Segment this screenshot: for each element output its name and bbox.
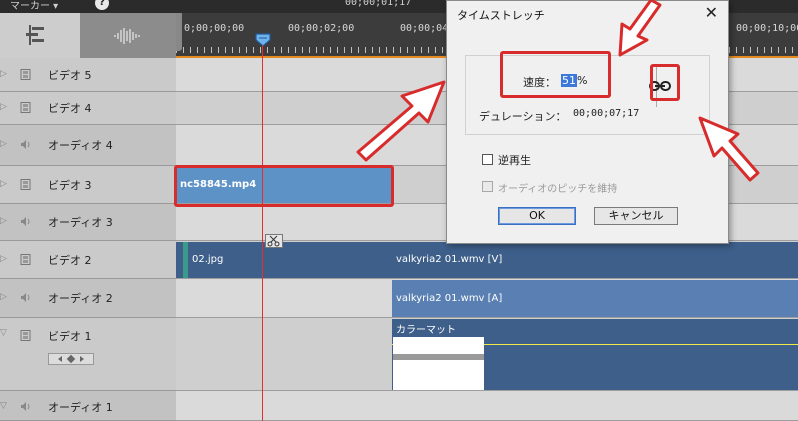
arrow-to-speed <box>618 0 662 57</box>
annotation-arrows <box>356 0 760 182</box>
arrow-to-link <box>698 116 760 182</box>
premiere-elements-window: マーカー ▾ ? 00;00;01;17 0;00;00;00 00;00;02… <box>0 0 798 421</box>
arrow-to-clip <box>356 80 446 162</box>
